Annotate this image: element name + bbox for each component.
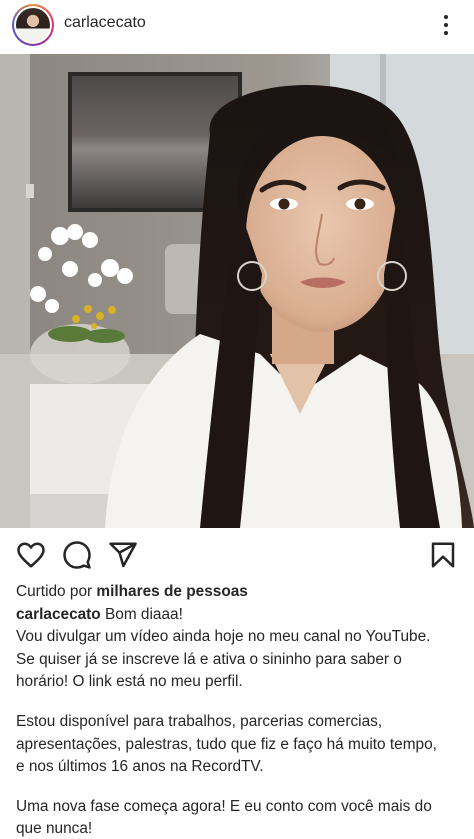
comment-icon[interactable]: [62, 540, 92, 570]
likes-prefix: Curtido por: [16, 583, 93, 600]
heart-icon[interactable]: [16, 540, 46, 570]
caption-line: Uma nova fase começa agora! E eu conto c…: [16, 798, 432, 815]
caption-line: Se quiser já se inscreve lá e ativa o si…: [16, 651, 402, 668]
caption-line: Estou disponível para trabalhos, parceri…: [16, 713, 383, 730]
caption-line: horário! O link está no meu perfil.: [16, 673, 243, 690]
avatar-image: [16, 8, 50, 42]
more-options-icon[interactable]: [432, 10, 460, 40]
post-image[interactable]: [0, 54, 474, 528]
post-actions: [0, 528, 474, 580]
bookmark-icon[interactable]: [428, 540, 458, 570]
caption-line: que nunca!: [16, 820, 93, 837]
caption-line: e nos últimos 16 anos na RecordTV.: [16, 758, 264, 775]
avatar[interactable]: [12, 4, 54, 46]
caption-line: Vou divulgar um vídeo ainda hoje no meu …: [16, 628, 431, 645]
caption-username[interactable]: carlacecato: [16, 606, 101, 623]
send-icon[interactable]: [108, 540, 138, 570]
likes-count[interactable]: milhares de pessoas: [96, 583, 247, 600]
post-header: carlacecato: [0, 0, 474, 52]
caption-first-line: carlacecato Bom diaaa!: [16, 604, 462, 626]
caption-text: Bom diaaa!: [105, 606, 183, 623]
caption-line: apresentações, palestras, tudo que fiz e…: [16, 736, 437, 753]
likes-line: Curtido por milhares de pessoas: [16, 581, 462, 603]
post-username[interactable]: carlacecato: [64, 14, 146, 32]
